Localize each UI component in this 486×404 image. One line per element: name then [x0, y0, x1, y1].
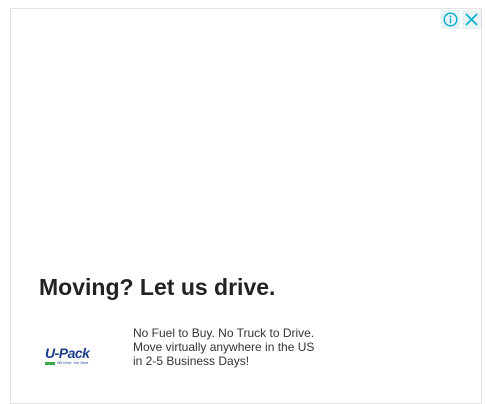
ad-body-text[interactable]: No Fuel to Buy. No Truck to Drive. Move … [133, 326, 314, 368]
ad-body-line: in 2-5 Business Days! [133, 354, 250, 368]
logo-wordmark: U-Pack [45, 345, 90, 361]
logo-tagline-row: We Drive. You Save. [45, 361, 107, 365]
ad-container[interactable]: Moving? Let us drive. U-Pack We Drive. Y… [10, 8, 482, 404]
close-icon [465, 13, 478, 26]
upack-logo[interactable]: U-Pack We Drive. You Save. [45, 346, 107, 374]
logo-green-bar [45, 361, 55, 365]
info-icon [443, 12, 458, 27]
ad-headline[interactable]: Moving? Let us drive. [39, 274, 275, 301]
ad-body-line: No Fuel to Buy. No Truck to Drive. [133, 326, 315, 340]
ad-info-button[interactable] [441, 10, 460, 29]
ad-close-button[interactable] [462, 10, 481, 29]
ad-body-line: Move virtually anywhere in the US [133, 340, 315, 354]
logo-tagline: We Drive. You Save. [57, 361, 90, 365]
adchoices-controls [441, 10, 481, 29]
